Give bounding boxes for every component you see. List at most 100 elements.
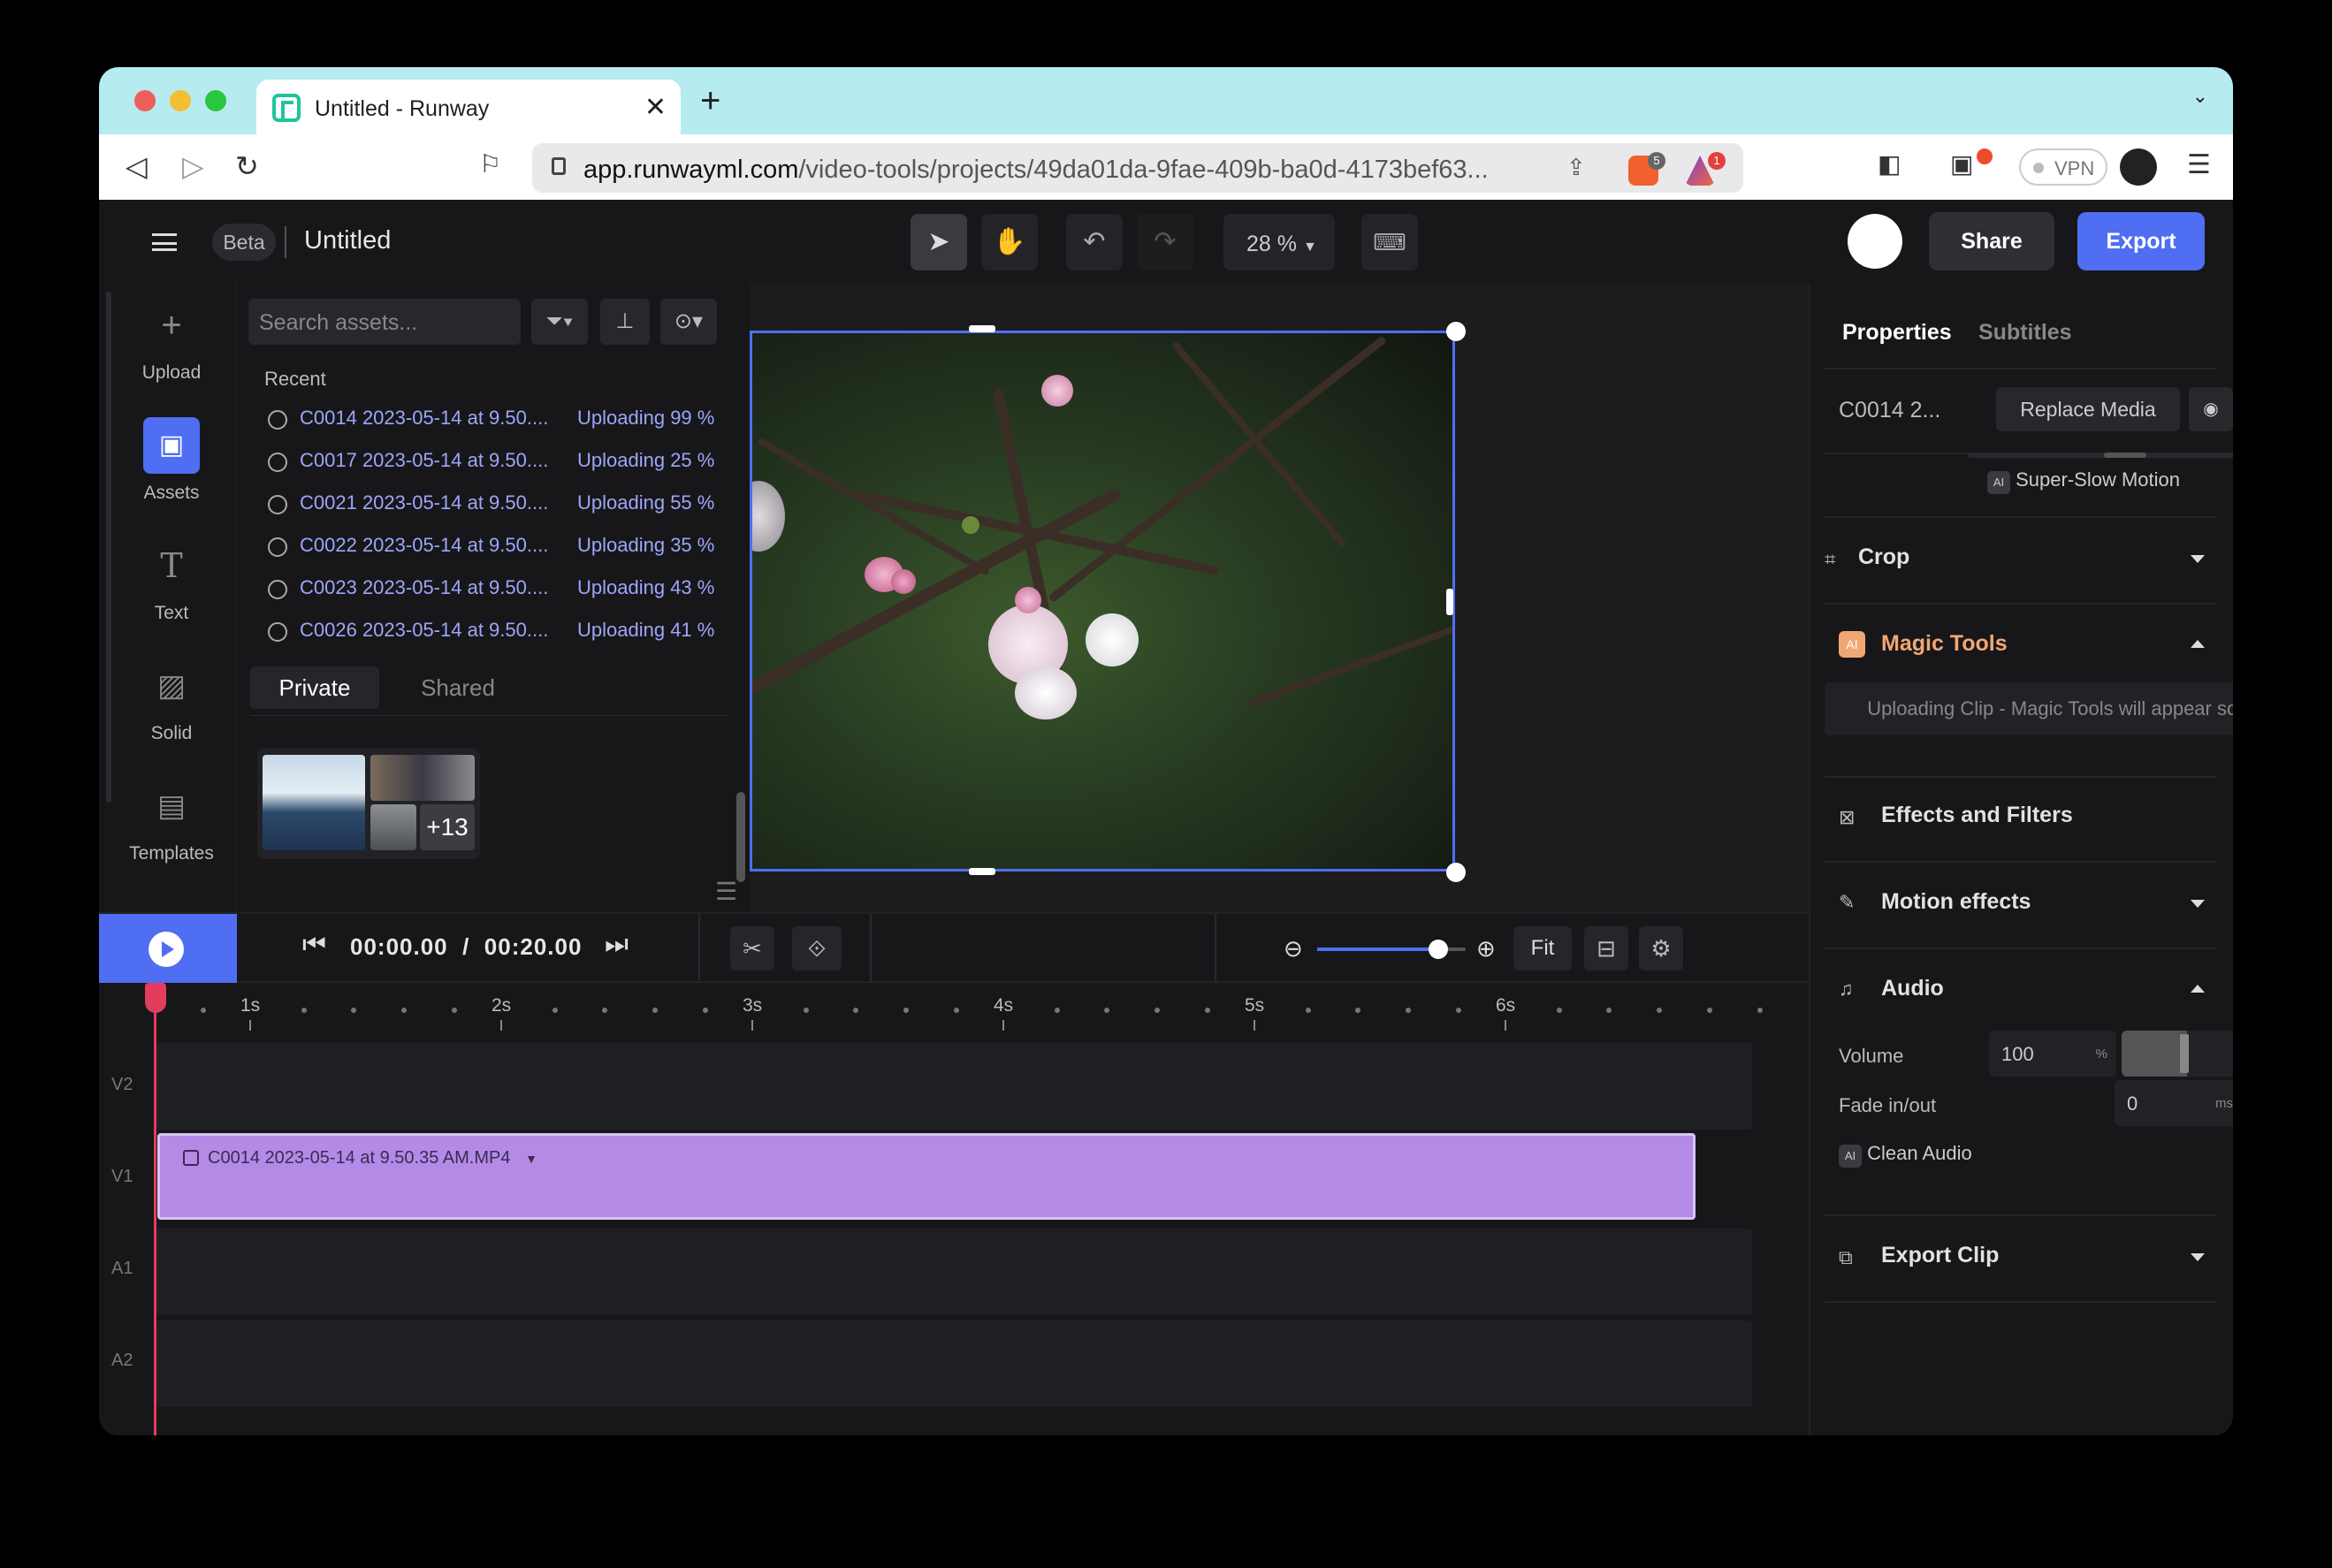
track-v2[interactable] <box>156 1043 1752 1130</box>
project-title[interactable]: Untitled <box>304 226 391 255</box>
list-item[interactable]: C0017 2023-05-14 at 9.50.... Uploading 25… <box>268 445 736 481</box>
ruler-dot <box>401 1008 408 1013</box>
search-assets-input[interactable]: Search assets... <box>248 299 521 345</box>
crop-section[interactable]: Crop <box>1858 544 1909 570</box>
browser-menu-icon[interactable]: ☰ <box>2187 149 2211 180</box>
resize-handle-right[interactable] <box>1446 589 1453 615</box>
rail-upload[interactable]: + Upload <box>122 297 221 384</box>
wallet-icon[interactable]: ▣ <box>1950 149 1973 179</box>
preview-canvas[interactable] <box>750 285 1809 912</box>
assets-scrollbar[interactable] <box>736 792 745 882</box>
selection-box[interactable] <box>750 331 1455 872</box>
resize-handle-bottom[interactable] <box>969 868 995 875</box>
rail-text[interactable]: T Text <box>122 537 221 624</box>
new-tab-icon[interactable]: + <box>700 81 720 121</box>
share-page-icon[interactable]: ⇪ <box>1566 154 1586 181</box>
corner-handle-bottom-right[interactable] <box>1446 863 1466 882</box>
split-scissors-icon[interactable]: ✂ <box>730 926 774 970</box>
minimize-window-button[interactable] <box>170 90 191 111</box>
corner-handle-top-right[interactable] <box>1446 322 1466 341</box>
list-item[interactable]: C0022 2023-05-14 at 9.50.... Uploading 35… <box>268 530 736 566</box>
timeline-settings-icon[interactable]: ⚙ <box>1639 926 1683 970</box>
audio-section[interactable]: Audio <box>1881 976 1944 1001</box>
tab-title: Untitled - Runway <box>315 96 490 121</box>
volume-slider[interactable] <box>2122 1031 2233 1077</box>
list-item[interactable]: C0023 2023-05-14 at 9.50.... Uploading 43… <box>268 573 736 608</box>
list-item[interactable]: C0021 2023-05-14 at 9.50.... Uploading 55… <box>268 488 736 523</box>
rail-solid[interactable]: ▨ Solid <box>122 658 221 744</box>
speed-slider[interactable] <box>1968 453 2233 458</box>
chevron-up-icon[interactable] <box>2191 640 2205 648</box>
chevron-down-icon[interactable]: ▼ <box>525 1152 537 1166</box>
zoom-in-icon[interactable]: ⊕ <box>1476 935 1496 963</box>
visibility-eye-icon[interactable]: ◉ <box>2189 387 2233 431</box>
track-a1[interactable] <box>156 1229 1752 1315</box>
more-options-icon[interactable]: ⊙▾ <box>660 299 717 345</box>
select-tool-icon[interactable]: ➤ <box>911 214 967 270</box>
tab-properties[interactable]: Properties <box>1842 320 1952 346</box>
skip-end-icon[interactable]: ⏭ <box>605 930 629 960</box>
zoom-out-icon[interactable]: ⊖ <box>1284 935 1303 963</box>
playhead-handle[interactable] <box>145 983 166 1013</box>
bookmark-icon[interactable]: ⚐ <box>479 149 501 179</box>
undo-icon[interactable]: ↶ <box>1066 214 1123 270</box>
magic-tools-section[interactable]: Magic Tools <box>1881 631 2008 657</box>
play-button[interactable] <box>99 914 237 985</box>
ruler-dot <box>452 1008 457 1013</box>
pin-icon[interactable]: ⊥ <box>600 299 650 345</box>
tab-shared[interactable]: Shared <box>392 666 524 709</box>
timeline-clip[interactable]: C0014 2023-05-14 at 9.50.35 AM.MP4 ▼ <box>157 1133 1696 1220</box>
chevron-down-icon[interactable] <box>2191 1253 2205 1261</box>
chevron-up-icon[interactable] <box>2191 985 2205 993</box>
forward-icon[interactable]: ▷ <box>182 149 204 183</box>
tab-subtitles[interactable]: Subtitles <box>1978 320 2072 346</box>
filter-icon[interactable]: ⏷▾ <box>531 299 588 345</box>
vpn-button[interactable]: VPN <box>2019 148 2107 186</box>
rail-assets[interactable]: ▣ Assets <box>122 417 221 504</box>
chevron-down-icon[interactable] <box>2191 900 2205 908</box>
resize-handle-top[interactable] <box>969 325 995 332</box>
asset-folder[interactable]: +13 <box>257 748 480 859</box>
list-item[interactable]: C0014 2023-05-14 at 9.50.... Uploading 99… <box>268 403 736 438</box>
profile-icon[interactable] <box>2120 148 2157 186</box>
maximize-window-button[interactable] <box>205 90 226 111</box>
user-avatar[interactable] <box>1848 214 1902 269</box>
main-menu-icon[interactable] <box>152 233 177 251</box>
skip-start-icon[interactable]: ⏮ <box>302 930 326 960</box>
replace-media-button[interactable]: Replace Media <box>1996 387 2180 431</box>
browser-tab[interactable]: Untitled - Runway ✕ <box>256 80 681 134</box>
snap-icon[interactable]: ⊟ <box>1584 926 1628 970</box>
back-icon[interactable]: ◁ <box>126 149 148 183</box>
keyboard-shortcuts-icon[interactable]: ⌨ <box>1361 214 1418 270</box>
hand-tool-icon[interactable]: ✋ <box>981 214 1038 270</box>
brave-shield-icon[interactable]: 5 <box>1628 152 1665 186</box>
list-item[interactable]: C0026 2023-05-14 at 9.50.... Uploading 41… <box>268 615 736 651</box>
zoom-dropdown[interactable]: 28 % ▼ <box>1223 214 1335 270</box>
motion-effects-section[interactable]: Motion effects <box>1881 889 2031 915</box>
playhead-line[interactable] <box>154 983 156 1435</box>
effects-section[interactable]: Effects and Filters <box>1881 803 2073 828</box>
tab-list-chevron-icon[interactable]: ⌄ <box>2192 85 2208 108</box>
fade-input[interactable]: 0 ms <box>2115 1080 2233 1126</box>
chevron-down-icon[interactable] <box>2191 555 2205 563</box>
close-tab-icon[interactable]: ✕ <box>644 92 667 123</box>
rail-scrollbar[interactable] <box>106 292 111 803</box>
redo-icon[interactable]: ↷ <box>1137 214 1193 270</box>
export-clip-section[interactable]: Export Clip <box>1881 1243 1999 1268</box>
volume-input[interactable]: 100 % <box>1989 1031 2116 1077</box>
timeline-zoom-slider[interactable] <box>1317 940 1466 959</box>
timeline-ruler[interactable]: 1s 2s 3s 4s 5s 6s <box>99 983 1809 1039</box>
list-view-icon[interactable]: ☰ <box>715 877 737 906</box>
close-window-button[interactable] <box>134 90 156 111</box>
sidebar-toggle-icon[interactable]: ◧ <box>1878 149 1901 179</box>
magic-tools-message: Uploading Clip - Magic Tools will appear… <box>1825 682 2233 735</box>
export-button[interactable]: Export <box>2077 212 2205 270</box>
tab-private[interactable]: Private <box>250 666 379 709</box>
track-a2[interactable] <box>156 1321 1752 1407</box>
address-bar[interactable]: app.runwayml.com/video-tools/projects/49… <box>532 143 1743 193</box>
rail-templates[interactable]: ▤ Templates <box>122 778 221 864</box>
share-button[interactable]: Share <box>1929 212 2054 270</box>
keyframe-icon[interactable]: ⟐ <box>792 926 842 970</box>
fit-button[interactable]: Fit <box>1513 926 1572 970</box>
reload-icon[interactable]: ↻ <box>235 149 259 183</box>
